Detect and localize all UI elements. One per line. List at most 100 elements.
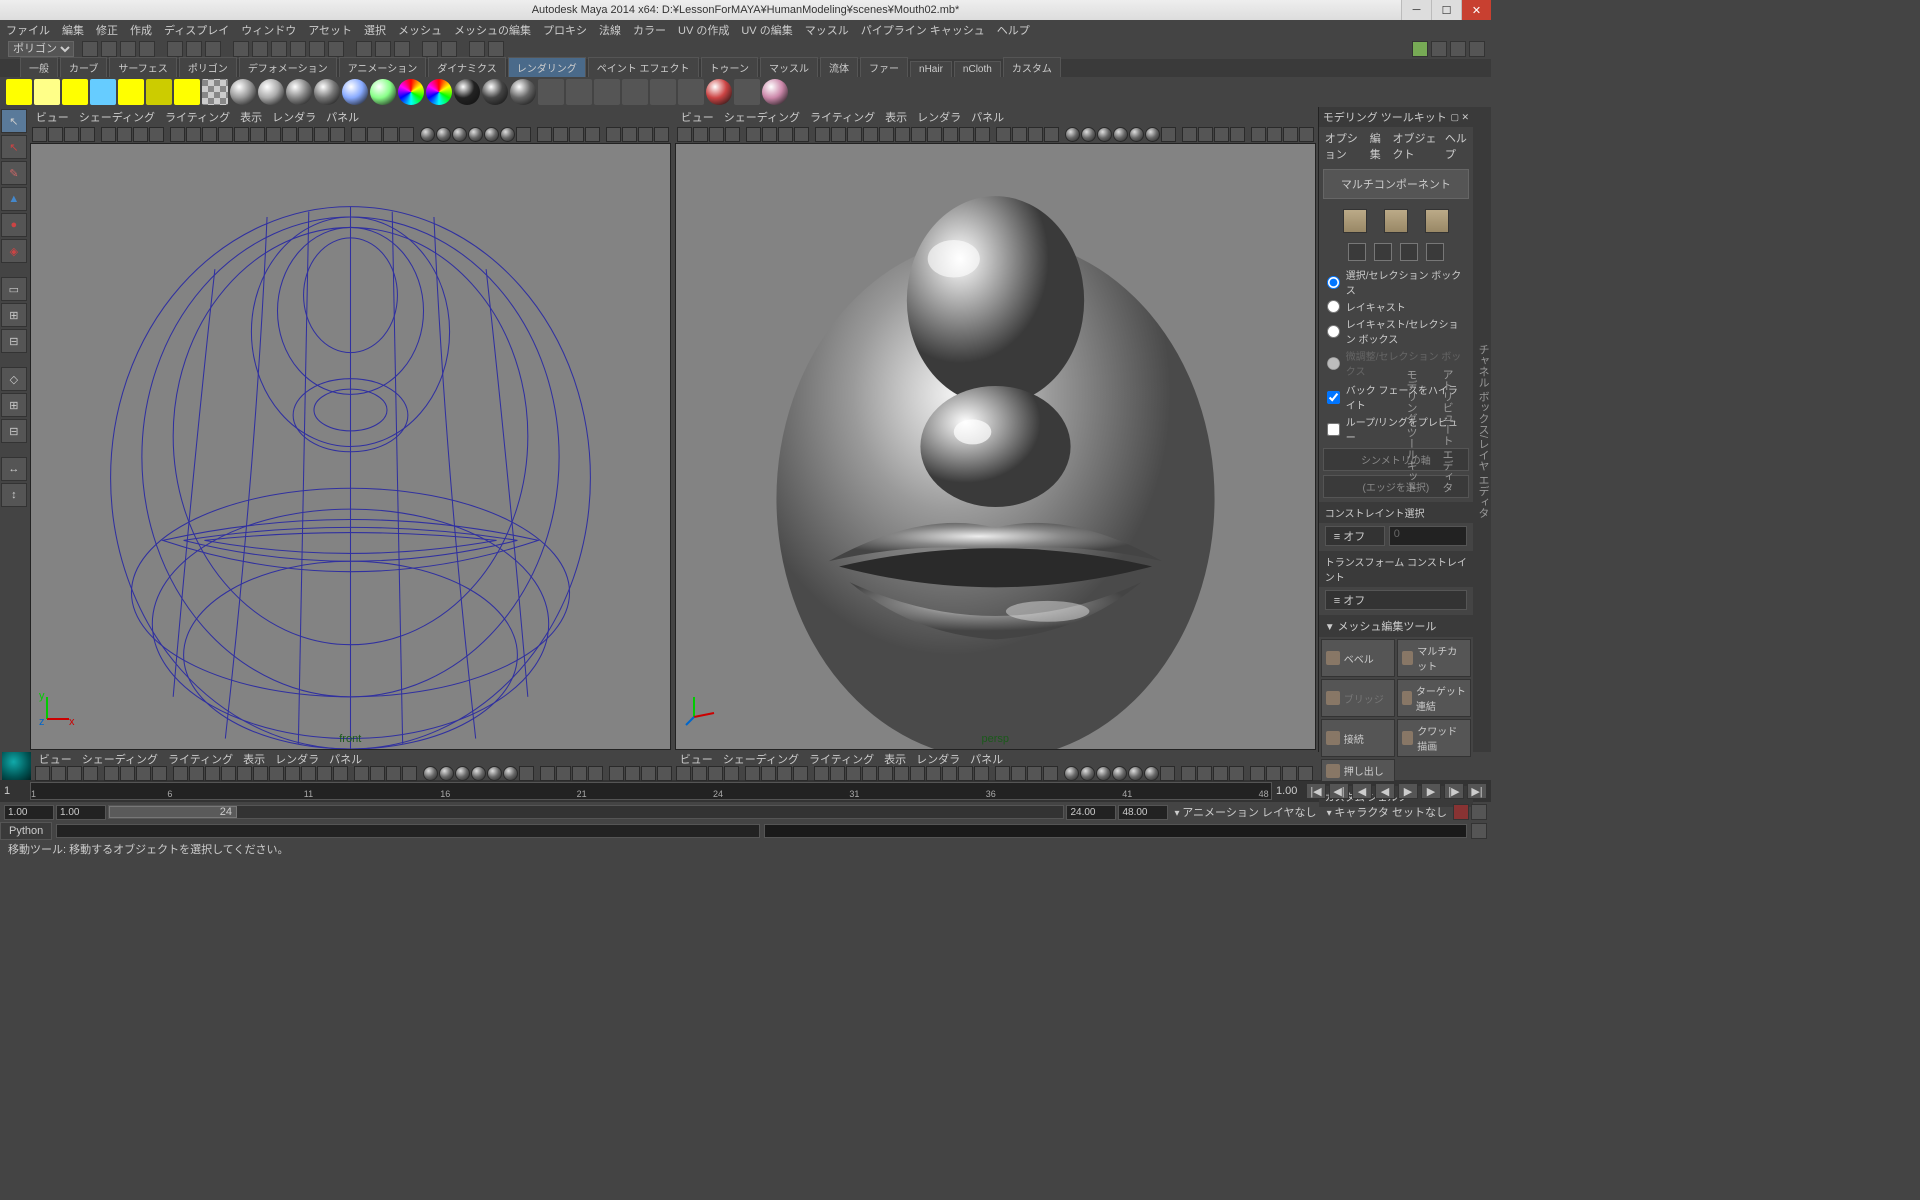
vp-tool-icon[interactable] <box>1081 127 1096 142</box>
vp-tool-icon[interactable] <box>1112 766 1127 781</box>
vp-tool-icon[interactable] <box>152 766 167 781</box>
vp-tool-icon[interactable] <box>657 766 672 781</box>
next-key-button[interactable]: ▶ <box>1421 783 1441 799</box>
statusline-icon[interactable] <box>139 41 155 57</box>
vp-tool-icon[interactable] <box>926 766 941 781</box>
vp-menu-item[interactable]: ビュー <box>681 109 714 125</box>
vp-tool-icon[interactable] <box>1250 766 1265 781</box>
shelf-icon[interactable] <box>510 79 536 105</box>
vp-menu-item[interactable]: シェーディング <box>79 109 155 125</box>
vp-tool-icon[interactable] <box>487 766 502 781</box>
vp-tool-icon[interactable] <box>693 127 708 142</box>
vp-tool-icon[interactable] <box>540 766 555 781</box>
vp-tool-icon[interactable] <box>402 766 417 781</box>
vp-tool-icon[interactable] <box>959 127 974 142</box>
menu-item[interactable]: メッシュの編集 <box>454 22 531 38</box>
vp-tool-icon[interactable] <box>202 127 217 142</box>
statusline-icon[interactable] <box>101 41 117 57</box>
shelf-icon[interactable] <box>202 79 228 105</box>
tool-button[interactable]: ↔ <box>1 457 27 481</box>
shelf-tab[interactable]: ポリゴン <box>179 57 237 77</box>
vp-tool-icon[interactable] <box>133 127 148 142</box>
vp-tool-icon[interactable] <box>641 766 656 781</box>
vp-tool-icon[interactable] <box>724 766 739 781</box>
multi-component-button[interactable]: マルチコンポーネント <box>1323 169 1469 199</box>
vp-tool-icon[interactable] <box>927 127 942 142</box>
vp-tool-icon[interactable] <box>815 127 830 142</box>
vp-tool-icon[interactable] <box>1213 766 1228 781</box>
selection-tool-icon[interactable] <box>1374 243 1392 261</box>
vp-menu-item[interactable]: パネル <box>971 109 1004 125</box>
vp-tool-icon[interactable] <box>367 127 382 142</box>
shelf-tab[interactable]: ファー <box>860 57 908 77</box>
vp-tool-icon[interactable] <box>609 766 624 781</box>
vp-tool-icon[interactable] <box>330 127 345 142</box>
component-mode-icon[interactable] <box>1384 209 1408 233</box>
vp-tool-icon[interactable] <box>301 766 316 781</box>
vp-tool-icon[interactable] <box>423 766 438 781</box>
step-back-button[interactable]: ◀| <box>1329 783 1349 799</box>
shelf-icon[interactable] <box>622 79 648 105</box>
vp-tool-icon[interactable] <box>793 766 808 781</box>
anim-layer-select[interactable]: ▾ アニメーション レイヤなし <box>1170 804 1320 820</box>
vp-tool-icon[interactable] <box>1283 127 1298 142</box>
shelf-icon[interactable] <box>734 79 760 105</box>
vp-menu-item[interactable]: ビュー <box>36 109 69 125</box>
vp-menu-item[interactable]: 表示 <box>240 109 262 125</box>
vp-tool-icon[interactable] <box>1044 127 1059 142</box>
vp-tool-icon[interactable] <box>439 766 454 781</box>
vp-tool-icon[interactable] <box>778 127 793 142</box>
vp-tool-icon[interactable] <box>80 127 95 142</box>
vp-tool-icon[interactable] <box>1080 766 1095 781</box>
tool-button[interactable]: ↖ <box>1 109 27 133</box>
vp-tool-icon[interactable] <box>1043 766 1058 781</box>
vp-tool-icon[interactable] <box>266 127 281 142</box>
vp-tool-icon[interactable] <box>878 766 893 781</box>
mk-menu-item[interactable]: オブジェクト <box>1392 130 1436 162</box>
vp-tool-icon[interactable] <box>519 766 534 781</box>
char-set-select[interactable]: ▾ キャラクタ セットなし <box>1323 804 1451 820</box>
vp-tool-icon[interactable] <box>253 766 268 781</box>
statusline-icon[interactable] <box>290 41 306 57</box>
vp-tool-icon[interactable] <box>943 127 958 142</box>
selection-tool-icon[interactable] <box>1400 243 1418 261</box>
vp-tool-icon[interactable] <box>186 127 201 142</box>
shelf-tab[interactable]: マッスル <box>760 57 818 77</box>
tool-button[interactable]: ⊞ <box>1 393 27 417</box>
shelf-icon[interactable] <box>258 79 284 105</box>
statusline-icon[interactable] <box>252 41 268 57</box>
tool-button[interactable]: ⊞ <box>1 303 27 327</box>
vp-tool-icon[interactable] <box>351 127 366 142</box>
range-start-inner[interactable]: 1.00 <box>56 805 106 820</box>
vp-tool-icon[interactable] <box>32 127 47 142</box>
viewport-persp[interactable]: persp <box>675 143 1316 750</box>
selection-mode-radio[interactable]: レイキャスト/セレクション ボックス <box>1327 316 1465 346</box>
tool-button[interactable]: ▲ <box>1 187 27 211</box>
vp-tool-icon[interactable] <box>1011 766 1026 781</box>
mesh-tool-button[interactable]: マルチカット <box>1397 639 1471 677</box>
menu-item[interactable]: カラー <box>633 22 666 38</box>
vp-tool-icon[interactable] <box>1097 127 1112 142</box>
vp-tool-icon[interactable] <box>452 127 467 142</box>
vp-menu-item[interactable]: ライティング <box>165 109 230 125</box>
vp-tool-icon[interactable] <box>173 766 188 781</box>
vp-tool-icon[interactable] <box>974 766 989 781</box>
vp-tool-icon[interactable] <box>1144 766 1159 781</box>
vp-tool-icon[interactable] <box>777 766 792 781</box>
vp-tool-icon[interactable] <box>221 766 236 781</box>
menu-item[interactable]: 編集 <box>62 22 84 38</box>
vp-tool-icon[interactable] <box>1198 127 1213 142</box>
vp-tool-icon[interactable] <box>625 766 640 781</box>
script-editor-icon[interactable] <box>1471 823 1487 839</box>
vp-tool-icon[interactable] <box>588 766 603 781</box>
vp-tool-icon[interactable] <box>383 127 398 142</box>
vp-tool-icon[interactable] <box>500 127 515 142</box>
shelf-icon[interactable] <box>286 79 312 105</box>
vp-tool-icon[interactable] <box>556 766 571 781</box>
shelf-icon[interactable] <box>230 79 256 105</box>
vp-tool-icon[interactable] <box>814 766 829 781</box>
vp-tool-icon[interactable] <box>794 127 809 142</box>
vp-tool-icon[interactable] <box>1230 127 1245 142</box>
range-start-outer[interactable]: 1.00 <box>4 805 54 820</box>
vp-tool-icon[interactable] <box>51 766 66 781</box>
